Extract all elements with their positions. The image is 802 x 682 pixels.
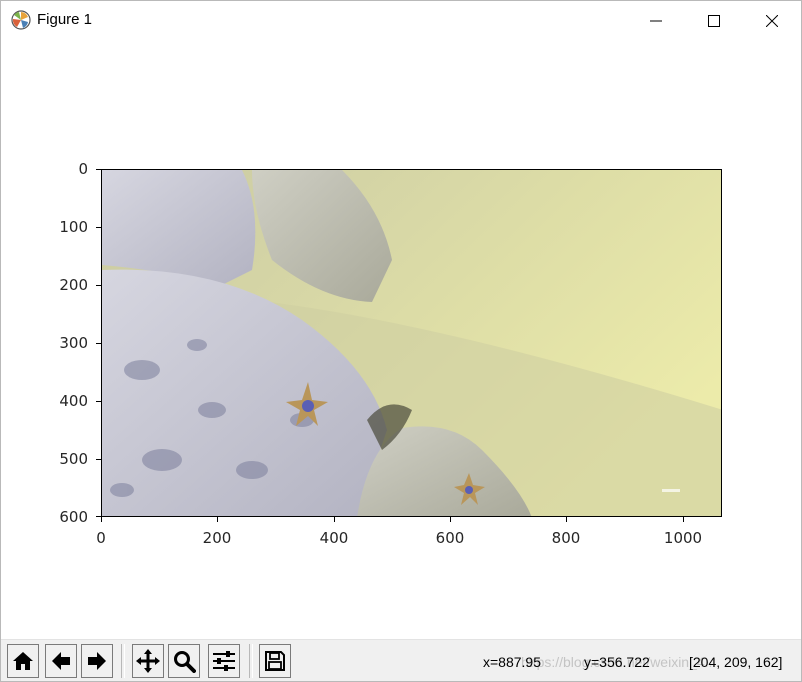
y-tick [96,227,101,228]
x-tick-label: 0 [96,529,106,547]
back-arrow-icon [52,652,70,670]
close-icon [766,14,778,27]
minimize-button[interactable] [627,1,685,40]
toolbar-separator [249,644,253,678]
maximize-button[interactable] [685,1,743,40]
x-tick-label: 600 [435,529,465,547]
pan-button[interactable] [132,644,164,678]
x-tick [334,517,335,522]
y-tick [96,401,101,402]
pixel-value-readout: [204, 209, 162] [689,654,783,670]
y-tick [96,285,101,286]
home-icon [13,652,33,670]
y-tick-label: 200 [59,276,88,294]
navigation-toolbar: https://blog.csdn.net/weixin_4... x=887.… [1,639,801,681]
y-tick-label: 500 [59,450,88,468]
x-tick-label: 800 [551,529,581,547]
x-coordinate-readout: x=887.95 [483,654,541,670]
x-tick [683,517,684,522]
y-tick-label: 300 [59,334,88,352]
x-tick [566,517,567,522]
y-tick [96,169,101,170]
figure-canvas[interactable]: 0 100 200 300 400 500 600 0 200 400 600 … [1,40,801,639]
x-tick-label: 1000 [663,529,703,547]
y-tick-label: 600 [59,508,88,526]
figure-window: Figure 1 0 100 200 300 400 500 600 0 200… [0,0,802,682]
matplotlib-icon [11,10,31,30]
maximize-icon [708,14,720,27]
close-button[interactable] [743,1,801,40]
save-icon [265,651,285,671]
y-tick [96,343,101,344]
y-tick [96,459,101,460]
x-tick-label: 200 [202,529,232,547]
y-coordinate-readout: y=356.722 [584,654,650,670]
pan-icon [136,649,160,673]
x-tick-label: 400 [319,529,349,547]
window-title: Figure 1 [37,11,93,28]
zoom-icon [174,651,196,673]
image-axes[interactable] [101,169,722,517]
back-button[interactable] [45,644,77,678]
home-button[interactable] [7,644,39,678]
y-tick-label: 100 [59,218,88,236]
toolbar-separator [121,644,125,678]
forward-button[interactable] [81,644,113,678]
y-tick-label: 0 [78,160,88,178]
x-tick [101,517,102,522]
underwater-photo [102,170,721,516]
save-button[interactable] [259,644,291,678]
title-bar[interactable]: Figure 1 [1,1,801,40]
zoom-button[interactable] [168,644,200,678]
x-tick [217,517,218,522]
configure-subplots-icon [213,651,235,671]
y-tick-label: 400 [59,392,88,410]
x-tick [450,517,451,522]
minimize-icon [650,20,662,21]
configure-subplots-button[interactable] [208,644,240,678]
forward-arrow-icon [88,652,106,670]
